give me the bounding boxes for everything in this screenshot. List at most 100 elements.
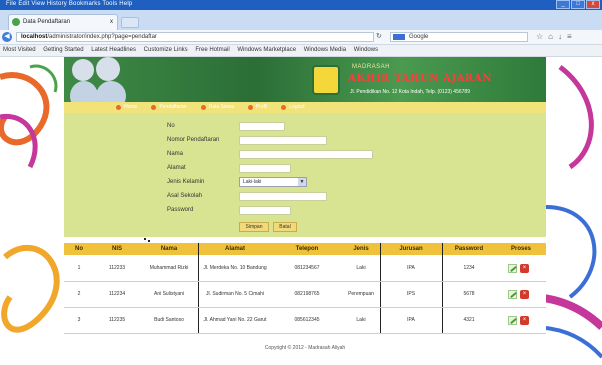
password-input[interactable] (239, 206, 291, 215)
column-header: Alamat (224, 246, 245, 252)
cell-no: 3 (77, 317, 81, 323)
edit-icon[interactable] (508, 290, 517, 299)
cell-password: 1234 (463, 265, 475, 271)
delete-icon[interactable]: × (520, 264, 529, 273)
browser-tab[interactable]: Data Pendaftaran x (8, 14, 118, 30)
close-window-button[interactable]: x (586, 0, 600, 9)
download-icon[interactable]: ↓ (558, 32, 562, 42)
cell-password: 5678 (463, 291, 475, 297)
cell-nis: 112233 (108, 265, 126, 271)
cell-alamat: Jl. Merdeka No. 10 Bandung (203, 265, 267, 271)
column-header: NIS (111, 246, 122, 252)
menu-icon[interactable]: ≡ (567, 32, 572, 42)
menu-item-pendaftaran[interactable]: Pendaftaran (151, 102, 187, 113)
column-header: No (75, 246, 83, 252)
minimize-button[interactable]: _ (556, 0, 570, 9)
reload-icon[interactable]: ↻ (376, 32, 382, 40)
column-header: Nama (160, 246, 178, 252)
menu-item-home[interactable]: Home (116, 102, 137, 113)
cell-nama: Ani Sulistyani (153, 291, 184, 297)
url-input[interactable]: localhost/administrator/index.php?page=p… (16, 32, 374, 42)
column-header: Jenis (353, 246, 369, 252)
back-icon[interactable]: ◀ (2, 32, 12, 42)
url-path: /administrator/index.php?page=pendaftar (47, 34, 157, 40)
decor-dot (148, 240, 150, 242)
bookmark-item[interactable]: Windows (354, 45, 378, 56)
menu-item-profil[interactable]: Profil (247, 102, 267, 113)
field-label-password: Password (167, 207, 194, 213)
navigation-bar: ◀ localhost/administrator/index.php?page… (0, 30, 602, 45)
maximize-button[interactable]: □ (571, 0, 585, 9)
gender-selected: Laki-laki (243, 179, 262, 185)
page-content: MADRASAH AKHIR TAHUN AJARAN Jl. Pendidik… (64, 57, 546, 365)
google-icon (393, 34, 405, 40)
delete-icon[interactable]: × (520, 316, 529, 325)
toolbar-icons: ☆ ⌂ ↓ ≡ (536, 32, 572, 42)
delete-icon[interactable]: × (520, 290, 529, 299)
students-photo (70, 57, 130, 102)
bookmarks-bar: Most Visited Getting Started Latest Head… (0, 45, 602, 57)
school-name: AKHIR TAHUN AJARAN (348, 73, 493, 84)
field-label-alamat: Alamat (167, 165, 186, 171)
menu-bullet-icon (247, 105, 253, 110)
edit-icon[interactable] (508, 264, 517, 273)
tab-label: Data Pendaftaran (23, 19, 71, 25)
column-header: Jurusan (399, 246, 423, 252)
field-label-no: No (167, 123, 175, 129)
column-header: Telepon (295, 246, 319, 252)
search-placeholder: Google (409, 34, 429, 40)
reset-button[interactable]: Batal (273, 222, 297, 232)
no-input[interactable] (239, 122, 285, 131)
row-actions: × (508, 290, 529, 299)
field-label-asal-sekolah: Asal Sekolah (167, 193, 203, 199)
table-row: 1 112233 Muhammad Rizki Jl. Merdeka No. … (64, 256, 546, 281)
school-subtitle: MADRASAH (352, 64, 391, 70)
cell-nis: 112235 (108, 317, 126, 323)
cell-nama: Muhammad Rizki (149, 265, 189, 271)
search-input[interactable]: Google (390, 32, 528, 42)
cell-jenis: Perempuan (348, 291, 374, 297)
asal-sekolah-input[interactable] (239, 192, 327, 201)
menu-bar[interactable]: File Edit View History Bookmarks Tools H… (6, 1, 132, 7)
cell-alamat: Jl. Ahmad Yani No. 22 Garut (203, 317, 267, 323)
row-actions: × (508, 264, 529, 273)
edit-icon[interactable] (508, 316, 517, 325)
page-footer: Copyright © 2012 - Madrasah Aliyah (264, 345, 346, 351)
bookmark-item[interactable]: Windows Media (304, 45, 346, 56)
nomor-input[interactable] (239, 136, 327, 145)
nama-input[interactable] (239, 150, 373, 159)
cell-jurusan: IPA (407, 265, 415, 271)
bookmark-item[interactable]: Free Hotmail (195, 45, 229, 56)
decor-dot (144, 238, 146, 240)
column-header: Proses (510, 246, 531, 252)
tab-close-icon[interactable]: x (110, 15, 113, 29)
field-label-nomor: Nomor Pendaftaran (167, 137, 220, 143)
home-icon[interactable]: ⌂ (548, 32, 553, 42)
bookmark-item[interactable]: Most Visited (3, 45, 36, 56)
cell-telepon: 085612345 (294, 317, 320, 323)
field-label-jenis-kelamin: Jenis Kelamin (167, 179, 205, 185)
menu-item-data-siswa[interactable]: Data Siswa (200, 102, 234, 113)
table-header: No NIS Nama Alamat Telepon Jenis Jurusan… (64, 243, 546, 255)
menu-item-logout[interactable]: Logout (281, 102, 305, 113)
page-viewport: MADRASAH AKHIR TAHUN AJARAN Jl. Pendidik… (0, 57, 602, 365)
row-divider (64, 333, 546, 334)
menu-bullet-icon (200, 105, 206, 110)
cell-nis: 112234 (108, 291, 126, 297)
bookmark-item[interactable]: Getting Started (43, 45, 83, 56)
gender-select[interactable]: Laki-laki ▼ (239, 177, 307, 187)
cell-alamat: Jl. Sudirman No. 5 Cimahi (205, 291, 265, 297)
menu-bullet-icon (281, 105, 287, 110)
bookmark-item[interactable]: Customize Links (144, 45, 188, 56)
url-host: localhost (21, 34, 48, 40)
bookmark-item[interactable]: Windows Marketplace (237, 45, 296, 56)
window-controls: _ □ x (556, 0, 600, 9)
new-tab-button[interactable] (121, 17, 139, 28)
star-icon[interactable]: ☆ (536, 32, 543, 42)
registration-form: No Nomor Pendaftaran Nama Alamat Jenis K… (64, 113, 546, 237)
submit-button[interactable]: Simpan (239, 222, 269, 232)
table-row: 3 112235 Budi Santoso Jl. Ahmad Yani No.… (64, 308, 546, 333)
header-banner: MADRASAH AKHIR TAHUN AJARAN Jl. Pendidik… (64, 57, 546, 102)
alamat-input[interactable] (239, 164, 291, 173)
bookmark-item[interactable]: Latest Headlines (91, 45, 136, 56)
